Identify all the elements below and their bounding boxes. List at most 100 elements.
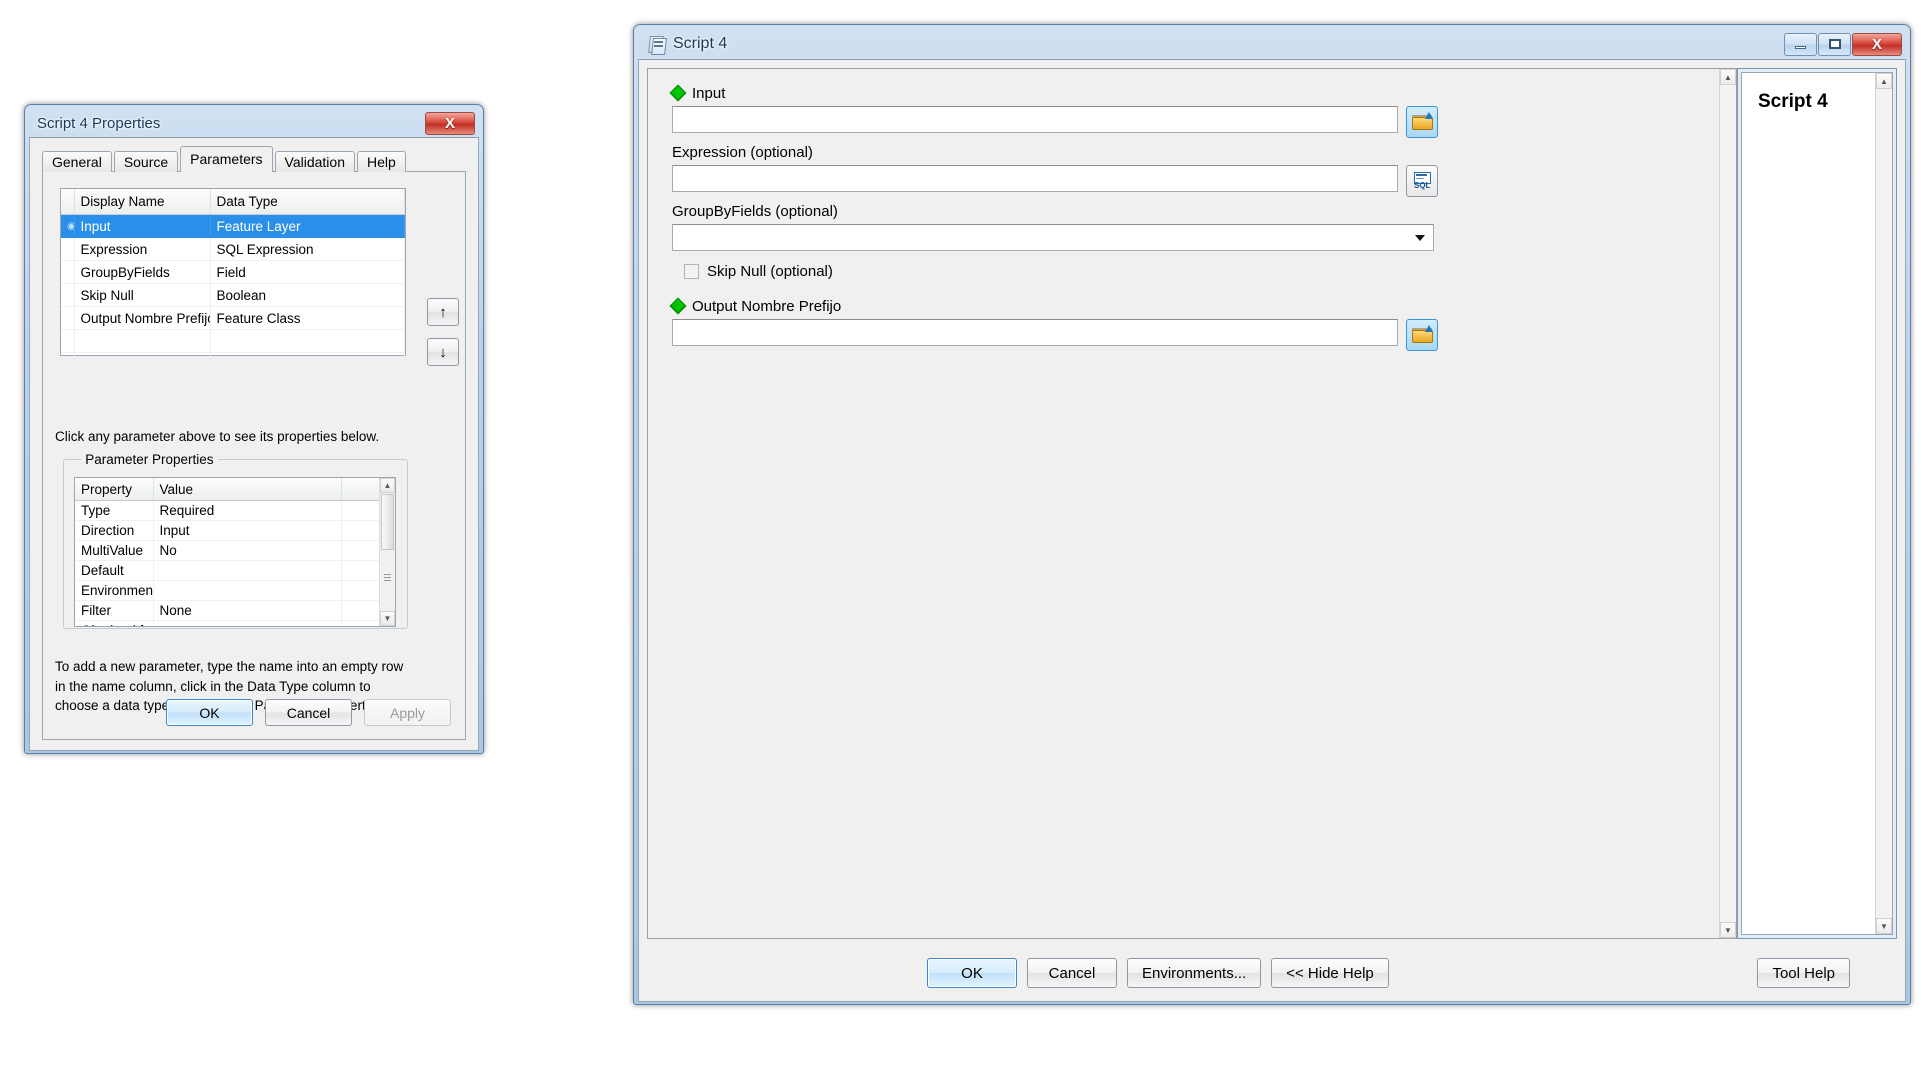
parameter-label-groupbyfields: GroupByFields (optional) <box>672 202 838 220</box>
cancel-button[interactable]: Cancel <box>1027 958 1117 988</box>
cell-value[interactable]: No <box>153 540 342 561</box>
parameter-row-output-nombre-prefijo: Output Nombre Prefijo <box>669 294 1720 351</box>
tab-help[interactable]: Help <box>356 151 406 172</box>
table-row[interactable] <box>61 329 405 353</box>
tool-help-buttons: Tool Help <box>1757 958 1850 988</box>
table-row[interactable]: GroupByFields Field <box>61 260 405 284</box>
parameter-row-skip-null[interactable]: Skip Null (optional) <box>684 258 1720 284</box>
table-row[interactable]: Obtained from <box>75 620 395 626</box>
skip-null-checkbox[interactable] <box>684 263 699 279</box>
table-row[interactable]: Direction Input <box>75 520 395 541</box>
expression-textbox[interactable] <box>672 165 1398 192</box>
cell-display-name[interactable]: GroupByFields <box>74 260 211 284</box>
tool-button-row: OK Cancel Environments... << Hide Help T… <box>639 958 1905 988</box>
properties-titlebar[interactable]: Script 4 Properties X <box>29 109 479 137</box>
ok-button[interactable]: OK <box>927 958 1017 988</box>
parameter-label-output-nombre-prefijo: Output Nombre Prefijo <box>692 297 842 315</box>
tab-validation[interactable]: Validation <box>274 151 355 172</box>
cell-value[interactable]: None <box>153 600 342 621</box>
cell-value[interactable]: Required <box>153 500 342 521</box>
groupbyfields-combobox[interactable] <box>672 224 1434 251</box>
parameter-row-expression: Expression (optional) SQL <box>672 140 1720 197</box>
parameter-properties-groupbox: Parameter Properties Property Value Type… <box>63 452 408 629</box>
properties-button-row: OK Cancel Apply <box>166 699 451 726</box>
scroll-down-icon[interactable]: ▼ <box>1876 918 1892 934</box>
help-pane-scrollbar[interactable]: ▲ ▼ <box>1875 73 1892 934</box>
table-row[interactable]: ◉ Input Feature Layer <box>61 214 405 238</box>
ok-button[interactable]: OK <box>166 699 253 726</box>
row-indicator-icon <box>61 306 75 330</box>
maximize-button[interactable] <box>1818 32 1851 56</box>
table-row[interactable]: Default <box>75 560 395 581</box>
scroll-down-icon[interactable]: ▼ <box>1720 922 1736 938</box>
parameter-hint-text: Click any parameter above to see its pro… <box>55 429 380 444</box>
table-row[interactable]: Expression SQL Expression <box>61 237 405 261</box>
cell-value[interactable] <box>153 620 342 626</box>
scroll-up-icon[interactable]: ▲ <box>1720 69 1736 85</box>
column-header-property: Property <box>75 478 154 501</box>
minimize-button[interactable] <box>1784 32 1817 56</box>
table-row[interactable]: Skip Null Boolean <box>61 283 405 307</box>
table-row[interactable]: Output Nombre Prefijo Feature Class <box>61 306 405 330</box>
help-panel-title: Script 4 <box>1758 91 1828 112</box>
cell-value[interactable] <box>153 580 342 601</box>
parameter-grid[interactable]: Display Name Data Type ◉ Input Feature L… <box>60 188 406 376</box>
tool-help-button[interactable]: Tool Help <box>1757 958 1850 988</box>
hide-help-button[interactable]: << Hide Help <box>1271 958 1389 988</box>
sql-expression-button[interactable]: SQL <box>1406 165 1438 197</box>
environments-button[interactable]: Environments... <box>1127 958 1262 988</box>
apply-button[interactable]: Apply <box>364 699 451 726</box>
browse-output-button[interactable] <box>1406 319 1438 351</box>
move-parameter-down-button[interactable]: ↓ <box>427 338 459 366</box>
parameters-tab-panel: Display Name Data Type ◉ Input Feature L… <box>42 171 466 740</box>
tool-titlebar[interactable]: Script 4 X <box>638 29 1906 59</box>
cell-data-type[interactable]: Boolean <box>210 283 405 307</box>
move-parameter-up-button[interactable]: ↑ <box>427 298 459 326</box>
cell-value[interactable]: Input <box>153 520 342 541</box>
table-row[interactable]: Environment <box>75 580 395 601</box>
cell-value[interactable] <box>153 560 342 581</box>
cell-property: Filter <box>75 600 154 621</box>
cell-display-name[interactable]: Input <box>74 214 211 238</box>
cell-data-type[interactable] <box>210 352 405 376</box>
properties-window-title: Script 4 Properties <box>37 114 161 132</box>
browse-input-button[interactable] <box>1406 106 1438 138</box>
cancel-button[interactable]: Cancel <box>265 699 352 726</box>
cell-data-type[interactable]: Field <box>210 260 405 284</box>
output-nombre-prefijo-textbox[interactable] <box>672 319 1398 346</box>
cell-data-type[interactable] <box>210 329 405 353</box>
parameter-row-groupbyfields: GroupByFields (optional) <box>672 199 1720 251</box>
scroll-up-icon[interactable]: ▲ <box>380 478 395 493</box>
script-tool-window[interactable]: Script 4 X Input Expression (optional) S… <box>633 24 1911 1005</box>
close-button[interactable]: X <box>1852 32 1902 56</box>
cell-display-name[interactable]: Skip Null <box>74 283 211 307</box>
cell-display-name[interactable]: Expression <box>74 237 211 261</box>
cell-data-type[interactable]: Feature Class <box>210 306 405 330</box>
scroll-down-icon[interactable]: ▼ <box>380 611 395 626</box>
input-textbox[interactable] <box>672 106 1398 133</box>
table-row[interactable]: Filter None <box>75 600 395 621</box>
property-grid-scrollbar[interactable]: ▲ ▼ <box>379 478 395 626</box>
cell-data-type[interactable]: Feature Layer <box>210 214 405 238</box>
properties-client-area: General Source Parameters Validation Hel… <box>29 137 479 751</box>
tab-source[interactable]: Source <box>113 151 179 172</box>
tab-parameters[interactable]: Parameters <box>180 146 273 172</box>
scroll-up-icon[interactable]: ▲ <box>1876 73 1892 89</box>
row-indicator-icon <box>61 352 75 376</box>
table-row[interactable]: MultiValue No <box>75 540 395 561</box>
cell-display-name[interactable] <box>74 352 211 376</box>
tool-help-pane: Script 4 ▲ ▼ <box>1737 68 1897 939</box>
table-row[interactable]: Type Required <box>75 500 395 521</box>
parameters-pane-scrollbar[interactable]: ▲ ▼ <box>1719 69 1736 938</box>
script-properties-window[interactable]: Script 4 Properties X General Source Par… <box>24 104 484 754</box>
table-row[interactable] <box>61 352 405 376</box>
tool-window-title: Script 4 <box>673 35 728 52</box>
cell-display-name[interactable]: Output Nombre Prefijo <box>74 306 211 330</box>
minimize-icon <box>1795 45 1806 49</box>
close-button[interactable]: X <box>425 111 475 135</box>
parameter-properties-grid[interactable]: Property Value Type Required Direction I… <box>74 477 396 627</box>
cell-data-type[interactable]: SQL Expression <box>210 237 405 261</box>
scrollbar-thumb[interactable] <box>381 494 394 550</box>
cell-display-name[interactable] <box>74 329 211 353</box>
tab-general[interactable]: General <box>42 151 112 172</box>
